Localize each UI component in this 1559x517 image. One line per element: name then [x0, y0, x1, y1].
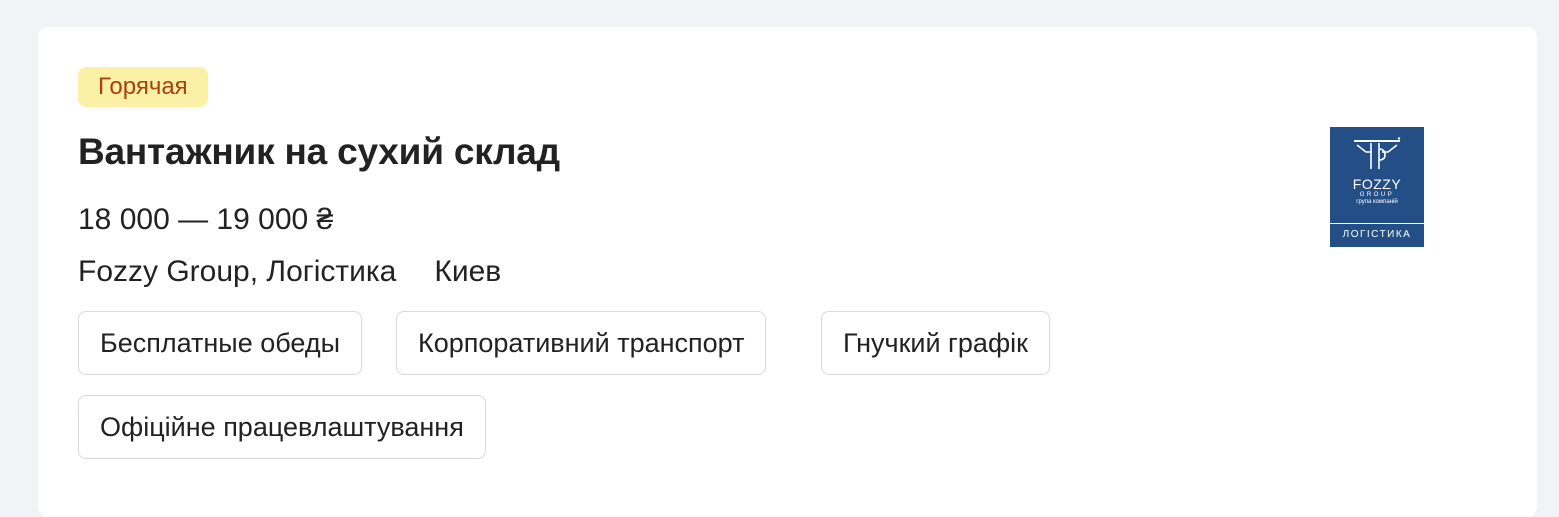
city-label: Киев: [434, 255, 502, 288]
vacancy-title[interactable]: Вантажник на сухий склад: [78, 131, 560, 173]
vacancy-card[interactable]: Горячая Вантажник на сухий склад 18 000 …: [38, 27, 1537, 517]
tag-free-lunch: Бесплатные обеды: [78, 311, 362, 375]
company-logo[interactable]: FOZZY GROUP група компаній ЛОГІСТИКА: [1330, 127, 1424, 247]
logo-group-text: GROUP: [1359, 192, 1395, 198]
tag-flexible-schedule: Гнучкий графік: [821, 311, 1050, 375]
hot-badge: Горячая: [78, 67, 208, 107]
salary-range: 18 000 — 19 000 ₴: [78, 203, 334, 236]
logo-divider: [1330, 223, 1424, 224]
vacancy-meta: Fozzy Group, Логістика Киев: [78, 255, 501, 289]
logo-unit-text: ЛОГІСТИКА: [1342, 229, 1412, 240]
company-name[interactable]: Fozzy Group, Логістика: [78, 255, 396, 288]
fozzy-logo-icon: [1354, 137, 1401, 169]
logo-sub-text: група компаній: [1356, 199, 1398, 205]
tag-corporate-transport: Корпоративний транспорт: [396, 311, 767, 375]
tag-official-employment: Офіційне працевлаштування: [78, 395, 486, 459]
logo-brand-text: FOZZY: [1352, 176, 1402, 192]
